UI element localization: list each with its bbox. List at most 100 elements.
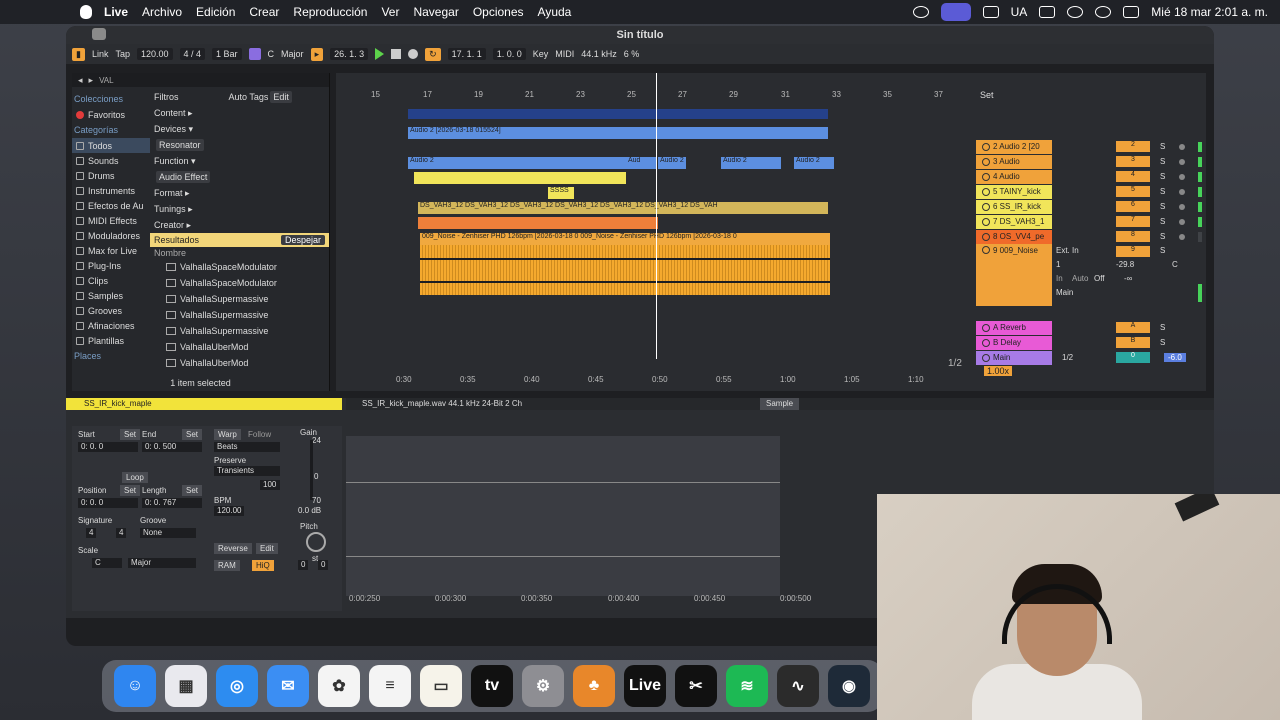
clip-ds-vah[interactable]: DS_VAH3_12 DS_VAH3_12 DS_VAH3_12 DS_VAH3… (418, 202, 828, 214)
reminders-icon[interactable]: ≡ (369, 665, 411, 707)
scale-icon[interactable] (248, 48, 261, 60)
track-activator-icon[interactable] (982, 157, 990, 166)
filter-tunings[interactable]: Tunings ▸ (150, 201, 329, 217)
follow-icon[interactable]: ▸ (310, 47, 324, 61)
sidebar-item-samples[interactable]: Samples (72, 288, 150, 303)
detune-field[interactable]: 0 (318, 560, 329, 570)
capcut-icon[interactable]: ✂ (675, 665, 717, 707)
clip-name-bar[interactable]: SS_IR_kick_maple (66, 398, 342, 410)
track-number[interactable]: 3 (1116, 156, 1150, 167)
track-name[interactable]: 9 009_Noise (976, 244, 1052, 306)
signature-numerator[interactable]: 4 (86, 528, 97, 538)
sidebar-item-grooves[interactable]: Grooves (72, 303, 150, 318)
finder-icon[interactable]: ☺ (114, 665, 156, 707)
input-channel-select[interactable]: 1 (1056, 260, 1060, 269)
track-activator-icon[interactable] (982, 202, 990, 211)
key-select[interactable]: C (268, 49, 275, 59)
output-select[interactable]: Main (1056, 288, 1073, 297)
sidebar-item-plugins[interactable]: Plug-Ins (72, 258, 150, 273)
track-reverb[interactable]: A Reverb A S (976, 320, 1206, 335)
transpose-field[interactable]: 0 (298, 560, 309, 570)
midi-map-button[interactable]: MIDI (555, 49, 574, 59)
solo-button[interactable]: S (1160, 232, 1165, 241)
stop-button[interactable] (391, 49, 402, 59)
autotags-button[interactable]: Auto Tags (229, 92, 269, 102)
scale-select[interactable]: Major (281, 49, 304, 59)
filter-format[interactable]: Format ▸ (150, 185, 329, 201)
track-audio2[interactable]: 2 Audio 2 [20 2 S (976, 139, 1206, 154)
window-button-icon[interactable] (92, 28, 106, 40)
monitor-off-button[interactable]: Off (1094, 274, 1105, 283)
hiq-button[interactable]: HiQ (252, 560, 274, 571)
track-number[interactable]: 5 (1116, 186, 1150, 197)
name-header[interactable]: Nombre (150, 247, 329, 259)
keyboard-icon[interactable] (982, 6, 999, 18)
track-number[interactable]: 4 (1116, 171, 1150, 182)
track-activator-icon[interactable] (982, 172, 990, 181)
length-set-button[interactable]: Set (182, 485, 203, 496)
tag-audio-effect[interactable]: Audio Effect (156, 171, 211, 183)
arm-button[interactable] (1179, 218, 1185, 225)
audio-icon[interactable]: ∿ (777, 665, 819, 707)
sidebar-item-drums[interactable]: Drums (72, 168, 150, 183)
sidebar-item-midi-effects[interactable]: MIDI Effects (72, 213, 150, 228)
sidebar-item-tunings[interactable]: Afinaciones (72, 318, 150, 333)
start-field[interactable]: 0: 0. 0 (78, 442, 138, 452)
menu-ayuda[interactable]: Ayuda (538, 5, 572, 19)
filter-creator[interactable]: Creator ▸ (150, 217, 329, 233)
wifi-icon[interactable] (1067, 6, 1084, 18)
sidebar-item-templates[interactable]: Plantillas (72, 333, 150, 348)
arm-button[interactable] (1179, 158, 1185, 165)
quantization-select[interactable]: 1 Bar (212, 48, 242, 60)
input-type-select[interactable]: Ext. In (1056, 246, 1079, 255)
scale-key-select[interactable]: C (92, 558, 122, 568)
flstudio-icon[interactable]: ♣ (573, 665, 615, 707)
launchpad-icon[interactable]: ▦ (165, 665, 207, 707)
search-input[interactable] (99, 75, 300, 85)
solo-button[interactable]: S (1160, 246, 1165, 255)
obs-icon[interactable]: ◉ (828, 665, 870, 707)
tv-icon[interactable]: tv (471, 665, 513, 707)
signature-denominator[interactable]: 4 (116, 528, 127, 538)
clear-button[interactable]: Despejar (280, 235, 325, 245)
clip-audio2-part[interactable]: Audio 2 (658, 157, 686, 169)
track-number[interactable]: 2 (1116, 141, 1150, 152)
edit-button[interactable]: Edit (256, 543, 278, 554)
solo-button[interactable]: S (1160, 217, 1165, 226)
view-toggle-icon[interactable]: ▮ (72, 47, 85, 61)
search-icon[interactable] (1095, 6, 1112, 18)
scale-mode-select[interactable]: Major (128, 558, 196, 568)
menu-ver[interactable]: Ver (381, 5, 399, 19)
track-activator-icon[interactable] (982, 187, 990, 196)
track-activator-icon[interactable] (982, 232, 990, 241)
control-center-icon[interactable] (1123, 6, 1140, 18)
sidebar-item-favorites[interactable]: Favoritos (72, 107, 150, 122)
clip-tainy-kick[interactable] (414, 172, 626, 184)
signature-field[interactable]: 4 / 4 (179, 48, 206, 60)
arm-button[interactable] (1179, 188, 1185, 195)
end-field[interactable]: 0: 0. 500 (142, 442, 202, 452)
menu-reproduccion[interactable]: Reproducción (293, 5, 367, 19)
filter-content[interactable]: Content ▸ (150, 105, 329, 121)
tempo-field[interactable]: 120.00 (136, 48, 173, 60)
ram-button[interactable]: RAM (214, 560, 240, 571)
spotify-icon[interactable]: ≋ (726, 665, 768, 707)
list-item[interactable]: ValhallaUberMod (150, 339, 329, 355)
record-button[interactable] (408, 49, 419, 59)
arm-button[interactable] (1179, 173, 1185, 180)
solo-button[interactable]: S (1160, 142, 1165, 151)
clip-audio2[interactable]: Audio 2 (408, 157, 626, 169)
key-map-button[interactable]: Key (533, 49, 549, 59)
gain-fader[interactable] (310, 440, 313, 500)
time-ruler[interactable]: 0:30 0:35 0:40 0:45 0:50 0:55 1:00 1:05 … (336, 375, 976, 387)
set-label[interactable]: Set (980, 90, 994, 100)
screen-record-icon[interactable] (940, 3, 971, 21)
edit-button[interactable]: Edit (270, 91, 292, 103)
loop-button[interactable]: Loop (122, 472, 148, 483)
solo-button[interactable]: S (1160, 202, 1165, 211)
solo-button[interactable]: S (1160, 172, 1165, 181)
pan-field[interactable]: C (1172, 260, 1178, 269)
list-item[interactable]: ValhallaUberMod (150, 355, 329, 371)
follow-button[interactable]: Follow (248, 430, 271, 439)
photos-icon[interactable]: ✿ (318, 665, 360, 707)
